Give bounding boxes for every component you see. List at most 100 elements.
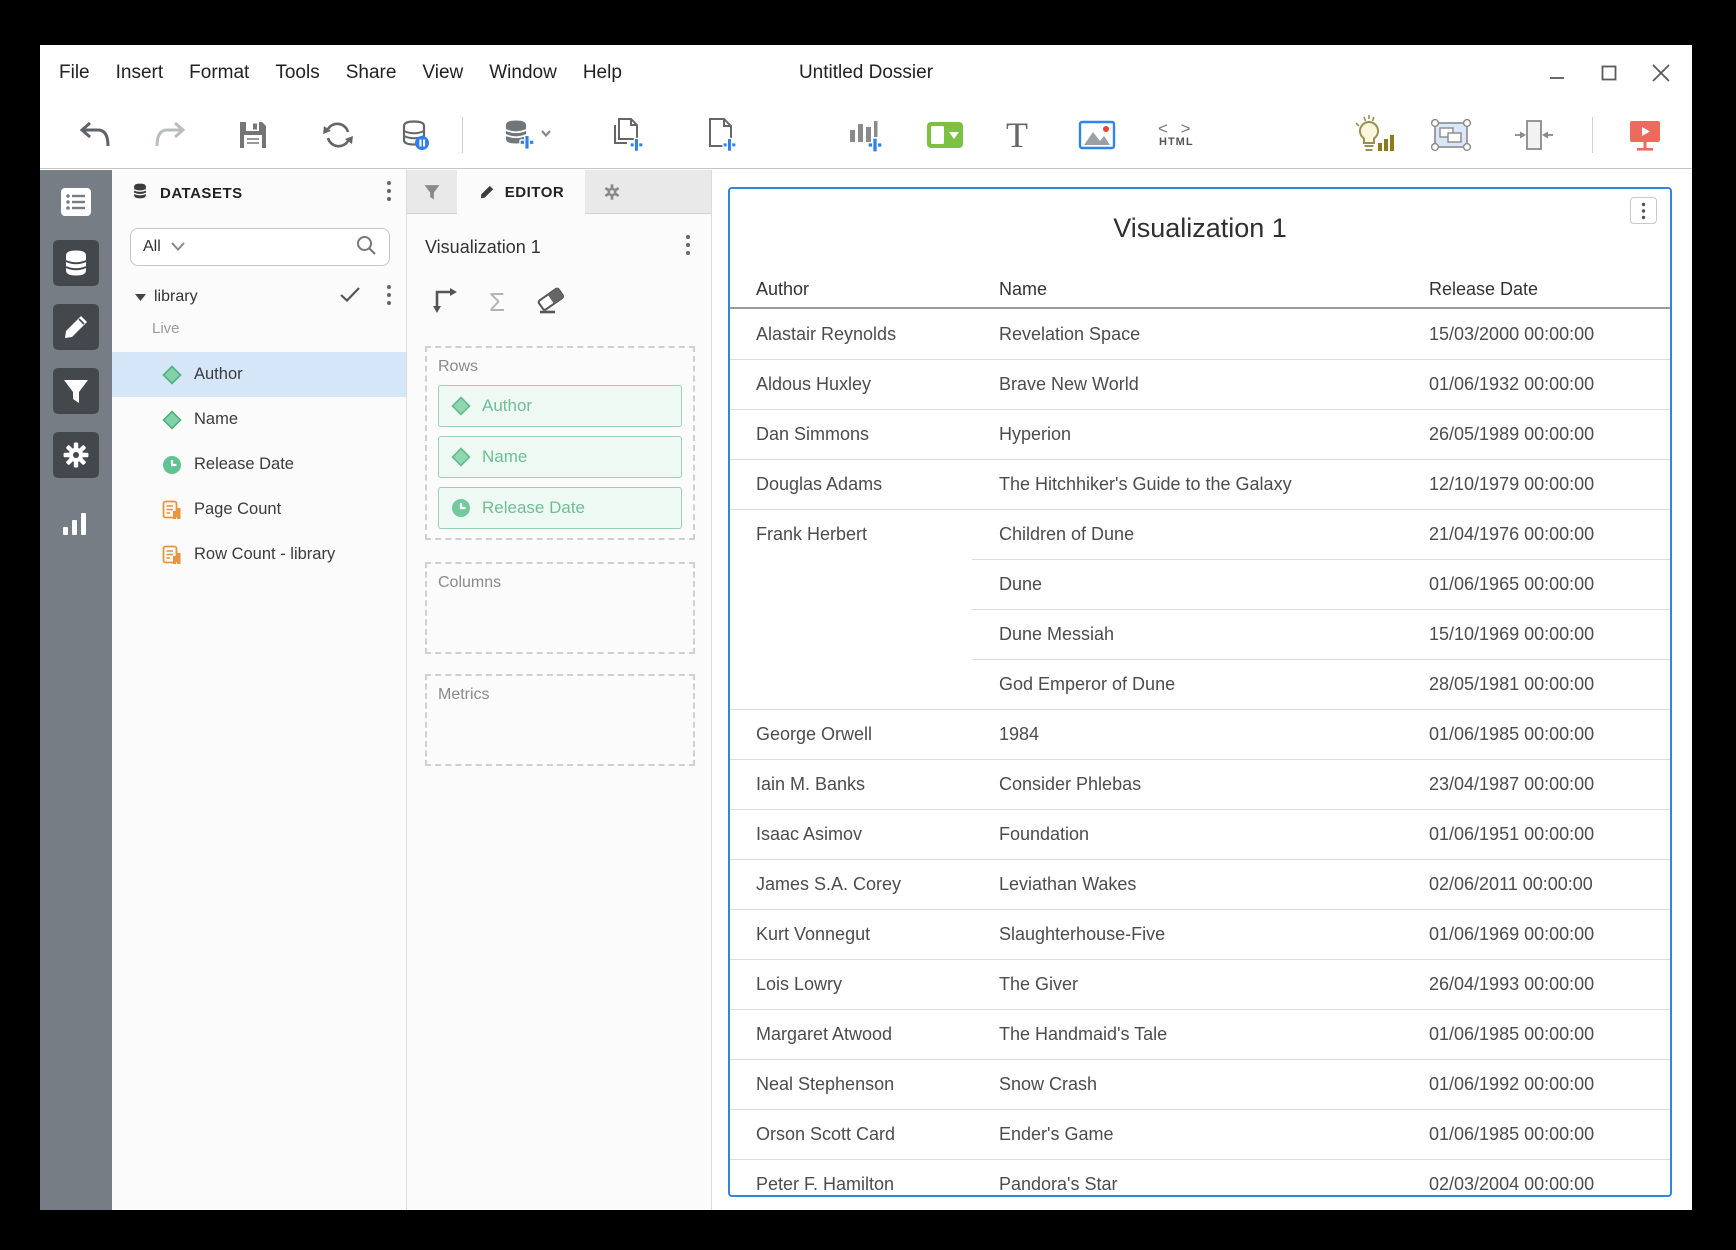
- grid-cell-name[interactable]: Dune: [972, 559, 1429, 609]
- add-text-button[interactable]: T: [1006, 117, 1028, 153]
- dataset-field-row-count-library[interactable]: Row Count - library: [112, 532, 406, 577]
- presentation-button[interactable]: [1627, 117, 1663, 153]
- datasets-panel-button[interactable]: [53, 240, 99, 286]
- datasets-menu-kebab[interactable]: [386, 180, 392, 207]
- column-header-release-date[interactable]: Release Date: [1429, 279, 1670, 300]
- grid-cell-release-date[interactable]: 28/05/1981 00:00:00: [1429, 659, 1670, 709]
- grid-cell-name[interactable]: Dune Messiah: [972, 609, 1429, 659]
- grid-row[interactable]: Margaret Atwood The Handmaid's Tale 01/0…: [730, 1009, 1670, 1059]
- visualization-grid[interactable]: Visualization 1 Author Name Release Date…: [728, 187, 1672, 1197]
- swap-axes-button[interactable]: [429, 283, 459, 320]
- grid-row[interactable]: Alastair Reynolds Revelation Space 15/03…: [730, 309, 1670, 359]
- grid-cell-release-date[interactable]: 15/03/2000 00:00:00: [1429, 309, 1670, 359]
- dataset-pause-button[interactable]: [397, 117, 433, 153]
- minimize-button[interactable]: [1546, 62, 1568, 84]
- grid-cell-release-date[interactable]: 01/06/1969 00:00:00: [1429, 909, 1670, 959]
- dataset-field-page-count[interactable]: Page Count: [112, 487, 406, 532]
- grid-cell-author[interactable]: James S.A. Corey: [730, 859, 972, 909]
- grid-cell-author[interactable]: Peter F. Hamilton: [730, 1159, 972, 1197]
- menu-item-help[interactable]: Help: [570, 62, 635, 84]
- add-visualization-button[interactable]: [846, 116, 886, 154]
- grid-cell-release-date[interactable]: 02/03/2004 00:00:00: [1429, 1159, 1670, 1197]
- grid-cell-author[interactable]: Orson Scott Card: [730, 1109, 972, 1159]
- dataset-search-input[interactable]: All: [130, 228, 390, 266]
- grid-cell-author[interactable]: Douglas Adams: [730, 459, 972, 509]
- dataset-menu-kebab[interactable]: [386, 284, 392, 311]
- expander-triangle-icon[interactable]: [135, 288, 146, 306]
- grid-cell-author[interactable]: Lois Lowry: [730, 959, 972, 1009]
- menu-item-file[interactable]: File: [46, 62, 103, 84]
- grid-cell-release-date[interactable]: 26/04/1993 00:00:00: [1429, 959, 1670, 1009]
- grid-row[interactable]: Dune Messiah 15/10/1969 00:00:00: [730, 609, 1670, 659]
- grid-row[interactable]: George Orwell 1984 01/06/1985 00:00:00: [730, 709, 1670, 759]
- column-header-author[interactable]: Author: [730, 279, 972, 300]
- rows-drop-zone[interactable]: Rows Author Name Release Date: [425, 346, 695, 540]
- dataset-name[interactable]: library: [154, 288, 198, 306]
- grid-row[interactable]: Kurt Vonnegut Slaughterhouse-Five 01/06/…: [730, 909, 1670, 959]
- settings-panel-button[interactable]: [53, 432, 99, 478]
- grid-cell-name[interactable]: The Giver: [972, 959, 1429, 1009]
- grid-cell-release-date[interactable]: 01/06/1985 00:00:00: [1429, 1109, 1670, 1159]
- grid-cell-name[interactable]: Foundation: [972, 809, 1429, 859]
- duplicate-page-button[interactable]: [609, 116, 647, 154]
- grid-cell-release-date[interactable]: 01/06/1992 00:00:00: [1429, 1059, 1670, 1109]
- grid-cell-author[interactable]: Dan Simmons: [730, 409, 972, 459]
- chevron-down-icon[interactable]: [171, 238, 185, 256]
- grid-cell-name[interactable]: Consider Phlebas: [972, 759, 1429, 809]
- grid-row[interactable]: Douglas Adams The Hitchhiker's Guide to …: [730, 459, 1670, 509]
- grid-cell-release-date[interactable]: 01/06/1932 00:00:00: [1429, 359, 1670, 409]
- dataset-field-release-date[interactable]: Release Date: [112, 442, 406, 487]
- grid-cell-author[interactable]: Iain M. Banks: [730, 759, 972, 809]
- visualization-menu-kebab[interactable]: [1630, 197, 1657, 224]
- grid-cell-name[interactable]: Hyperion: [972, 409, 1429, 459]
- grid-row[interactable]: Dune 01/06/1965 00:00:00: [730, 559, 1670, 609]
- menu-item-tools[interactable]: Tools: [262, 62, 332, 84]
- menu-item-window[interactable]: Window: [476, 62, 570, 84]
- grid-row[interactable]: Neal Stephenson Snow Crash 01/06/1992 00…: [730, 1059, 1670, 1109]
- grid-cell-author[interactable]: Isaac Asimov: [730, 809, 972, 859]
- eraser-button[interactable]: [535, 283, 567, 320]
- maximize-button[interactable]: [1598, 62, 1620, 84]
- grid-cell-author[interactable]: Aldous Huxley: [730, 359, 972, 409]
- grid-cell-release-date[interactable]: 01/06/1965 00:00:00: [1429, 559, 1670, 609]
- grid-cell-name[interactable]: Snow Crash: [972, 1059, 1429, 1109]
- column-header-name[interactable]: Name: [972, 279, 1429, 300]
- menu-item-view[interactable]: View: [409, 62, 476, 84]
- tab-editor[interactable]: EDITOR: [457, 170, 585, 214]
- grid-cell-name[interactable]: Pandora's Star: [972, 1159, 1429, 1197]
- insights-button[interactable]: [1350, 115, 1394, 155]
- search-filter-value[interactable]: All: [143, 238, 161, 256]
- grid-cell-release-date[interactable]: 01/06/1985 00:00:00: [1429, 1009, 1670, 1059]
- grid-cell-author[interactable]: Neal Stephenson: [730, 1059, 972, 1109]
- grid-cell-name[interactable]: Leviathan Wakes: [972, 859, 1429, 909]
- menu-item-insert[interactable]: Insert: [103, 62, 177, 84]
- dataset-field-author[interactable]: Author: [112, 352, 406, 397]
- grid-cell-name[interactable]: The Hitchhiker's Guide to the Galaxy: [972, 459, 1429, 509]
- dataset-row[interactable]: library: [112, 280, 406, 314]
- grid-cell-name[interactable]: Children of Dune: [972, 509, 1429, 559]
- totals-button[interactable]: Σ: [489, 289, 505, 315]
- grid-row[interactable]: Lois Lowry The Giver 26/04/1993 00:00:00: [730, 959, 1670, 1009]
- fit-to-window-button[interactable]: [1514, 117, 1554, 153]
- grid-cell-author[interactable]: [730, 609, 972, 659]
- menu-item-share[interactable]: Share: [333, 62, 410, 84]
- tab-filter[interactable]: [407, 170, 457, 214]
- grid-cell-name[interactable]: 1984: [972, 709, 1429, 759]
- dataset-field-name[interactable]: Name: [112, 397, 406, 442]
- grid-cell-name[interactable]: Ender's Game: [972, 1109, 1429, 1159]
- grid-cell-release-date[interactable]: 21/04/1976 00:00:00: [1429, 509, 1670, 559]
- grid-cell-release-date[interactable]: 01/06/1951 00:00:00: [1429, 809, 1670, 859]
- add-html-button[interactable]: < >HTML: [1158, 122, 1195, 148]
- grid-cell-release-date[interactable]: 01/06/1985 00:00:00: [1429, 709, 1670, 759]
- rows-chip-name[interactable]: Name: [438, 436, 682, 478]
- grid-cell-name[interactable]: God Emperor of Dune: [972, 659, 1429, 709]
- add-data-button[interactable]: [500, 116, 552, 154]
- grid-row[interactable]: Orson Scott Card Ender's Game 01/06/1985…: [730, 1109, 1670, 1159]
- grid-cell-release-date[interactable]: 02/06/2011 00:00:00: [1429, 859, 1670, 909]
- close-button[interactable]: [1650, 62, 1672, 84]
- grid-row[interactable]: Frank Herbert Children of Dune 21/04/197…: [730, 509, 1670, 559]
- metrics-drop-zone[interactable]: Metrics: [425, 674, 695, 766]
- add-image-button[interactable]: [1078, 120, 1116, 150]
- grid-cell-author[interactable]: Margaret Atwood: [730, 1009, 972, 1059]
- grid-cell-author[interactable]: Alastair Reynolds: [730, 309, 972, 359]
